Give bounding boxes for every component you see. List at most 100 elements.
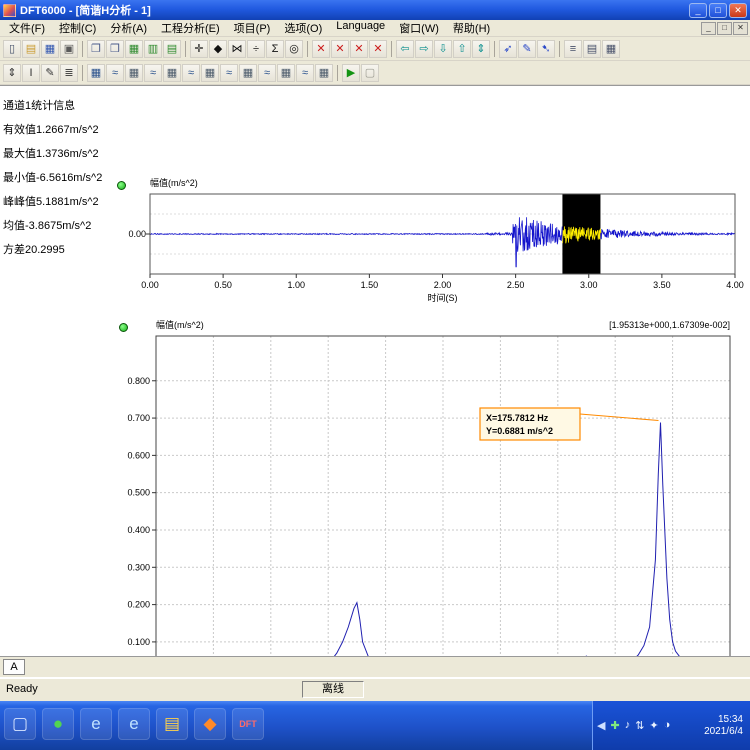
orange-app-icon[interactable]: ◆ bbox=[194, 708, 226, 740]
analysis-func-5-icon[interactable]: ▦ bbox=[163, 64, 181, 82]
clear-cursor-icon[interactable]: ✕ bbox=[312, 40, 330, 58]
analysis-func-4-icon[interactable]: ≈ bbox=[144, 64, 162, 82]
menu-item-1[interactable]: 文件(F) bbox=[2, 19, 52, 37]
diamond-marker-icon[interactable]: ◆ bbox=[209, 40, 227, 58]
tray-shield-icon[interactable]: ✚ bbox=[610, 719, 619, 732]
tray-clock-icon[interactable]: ◑ bbox=[664, 719, 671, 732]
analysis-func-6-icon[interactable]: ≈ bbox=[182, 64, 200, 82]
toolbar-row-2: ⇕I✎≣▦≈▦≈▦≈▦≈▦≈▦≈▦▶▢ bbox=[0, 61, 750, 85]
analysis-func-10-icon[interactable]: ≈ bbox=[258, 64, 276, 82]
analysis-func-8-icon[interactable]: ≈ bbox=[220, 64, 238, 82]
report-view-icon[interactable]: ▤ bbox=[583, 40, 601, 58]
analysis-func-13-icon[interactable]: ▦ bbox=[315, 64, 333, 82]
tray-device-icon[interactable]: ✦ bbox=[649, 719, 658, 732]
tab-a[interactable]: A bbox=[3, 659, 25, 675]
run-analysis-icon[interactable]: ▶ bbox=[342, 64, 360, 82]
tray-icons: ◀ ✚ ♪ ⇅ ✦ ◑ bbox=[597, 719, 670, 732]
mdi-minimize-button[interactable]: _ bbox=[701, 22, 716, 35]
stop-analysis-icon[interactable]: ▢ bbox=[361, 64, 379, 82]
title-bar[interactable]: DFT6000 - [简谐H分析 - 1] _ □ ✕ bbox=[0, 0, 750, 20]
status-mode-badge: 离线 bbox=[302, 681, 364, 698]
time-ytick-label: 0.00 bbox=[128, 229, 146, 239]
peak-annotation-x-value: X=175.7812 Hz bbox=[486, 413, 549, 423]
clear-wave-icon[interactable]: ✕ bbox=[350, 40, 368, 58]
analysis-func-3-icon[interactable]: ▦ bbox=[125, 64, 143, 82]
pan-down-icon[interactable]: ⇩ bbox=[434, 40, 452, 58]
clear-marker-icon[interactable]: ✕ bbox=[331, 40, 349, 58]
clear-all-icon[interactable]: ✕ bbox=[369, 40, 387, 58]
menu-item-8[interactable]: 窗口(W) bbox=[392, 19, 446, 37]
zoom-out-curve-icon[interactable]: ➷ bbox=[537, 40, 555, 58]
close-button[interactable]: ✕ bbox=[729, 3, 747, 18]
tile-windows-icon[interactable]: ▦ bbox=[125, 40, 143, 58]
copy-icon[interactable]: ❐ bbox=[87, 40, 105, 58]
edit-pen-icon[interactable]: ✎ bbox=[518, 40, 536, 58]
stat-line-5: 均值-3.8675m/s^2 bbox=[3, 214, 112, 238]
taskbar-clock: 15:34 2021/6/4 bbox=[704, 714, 750, 738]
circle-marker-icon[interactable]: ◎ bbox=[285, 40, 303, 58]
pan-left-icon[interactable]: ⇦ bbox=[396, 40, 414, 58]
annotate-pen-icon[interactable]: ✎ bbox=[41, 64, 59, 82]
pan-up-icon[interactable]: ⇧ bbox=[453, 40, 471, 58]
new-file-icon[interactable]: ▯ bbox=[3, 40, 21, 58]
menu-item-5[interactable]: 项目(P) bbox=[227, 19, 278, 37]
menu-item-2[interactable]: 控制(C) bbox=[52, 19, 103, 37]
spectrum-ytick-label: 0.100 bbox=[127, 637, 150, 647]
statistics-sidebar: 通道1统计信息有效值1.2667m/s^2最大值1.3736m/s^2最小值-6… bbox=[0, 86, 112, 657]
analysis-func-1-icon[interactable]: ▦ bbox=[87, 64, 105, 82]
stats-title: 通道1统计信息 bbox=[3, 94, 112, 118]
document-tab-bar: A bbox=[0, 656, 750, 677]
stat-line-6: 方差20.2995 bbox=[3, 238, 112, 262]
save-icon[interactable]: ▦ bbox=[41, 40, 59, 58]
ie-browser-icon[interactable]: e bbox=[80, 708, 112, 740]
analysis-func-9-icon[interactable]: ▦ bbox=[239, 64, 257, 82]
tray-volume-icon[interactable]: ♪ bbox=[625, 719, 631, 732]
tray-network-icon[interactable]: ⇅ bbox=[635, 719, 644, 732]
grid-view-icon[interactable]: ▦ bbox=[602, 40, 620, 58]
time-trace-pre bbox=[150, 217, 563, 266]
menu-item-6[interactable]: 选项(O) bbox=[277, 19, 329, 37]
ie-browser-2-icon[interactable]: e bbox=[118, 708, 150, 740]
menu-item-7[interactable]: Language bbox=[329, 19, 392, 37]
analysis-func-12-icon[interactable]: ≈ bbox=[296, 64, 314, 82]
menu-items: 文件(F)控制(C)分析(A)工程分析(E)项目(P)选项(O)Language… bbox=[2, 19, 497, 37]
show-desktop-icon[interactable]: ▢ bbox=[4, 708, 36, 740]
analysis-func-7-icon[interactable]: ▦ bbox=[201, 64, 219, 82]
pan-right-icon[interactable]: ⇨ bbox=[415, 40, 433, 58]
analysis-func-11-icon[interactable]: ▦ bbox=[277, 64, 295, 82]
param-list-icon[interactable]: ≣ bbox=[60, 64, 78, 82]
menu-item-9[interactable]: 帮助(H) bbox=[446, 19, 497, 37]
minimize-button[interactable]: _ bbox=[689, 3, 707, 18]
split-horizontal-icon[interactable]: ▥ bbox=[144, 40, 162, 58]
toolbar-separator bbox=[82, 41, 83, 57]
spectrum-ytick-label: 0.800 bbox=[127, 376, 150, 386]
text-cursor-icon[interactable]: I bbox=[22, 64, 40, 82]
cursor-readout: [1.95313e+000,1.67309e-002] bbox=[609, 320, 730, 330]
window-controls: _ □ ✕ bbox=[689, 3, 747, 18]
mdi-close-button[interactable]: ✕ bbox=[733, 22, 748, 35]
scale-adjust-icon[interactable]: ⇕ bbox=[3, 64, 21, 82]
menu-item-4[interactable]: 工程分析(E) bbox=[154, 19, 227, 37]
open-folder-icon[interactable]: ▤ bbox=[22, 40, 40, 58]
maximize-button[interactable]: □ bbox=[709, 3, 727, 18]
mdi-restore-button[interactable]: □ bbox=[717, 22, 732, 35]
fit-vertical-icon[interactable]: ⇕ bbox=[472, 40, 490, 58]
clock-date: 2021/6/4 bbox=[704, 726, 743, 738]
list-view-icon[interactable]: ≡ bbox=[564, 40, 582, 58]
split-vertical-icon[interactable]: ▤ bbox=[163, 40, 181, 58]
time-chart-svg[interactable]: 幅值(m/s^2)0.000.000.501.001.502.002.503.0… bbox=[112, 172, 750, 306]
divide-view-icon[interactable]: ÷ bbox=[247, 40, 265, 58]
cross-cursor-icon[interactable]: ✛ bbox=[190, 40, 208, 58]
clock-time: 15:34 bbox=[704, 714, 743, 726]
menu-item-3[interactable]: 分析(A) bbox=[103, 19, 154, 37]
zoom-in-curve-icon[interactable]: ➶ bbox=[499, 40, 517, 58]
folder-icon[interactable]: ▤ bbox=[156, 708, 188, 740]
analysis-func-2-icon[interactable]: ≈ bbox=[106, 64, 124, 82]
green-app-icon[interactable]: ● bbox=[42, 708, 74, 740]
duplicate-icon[interactable]: ❒ bbox=[106, 40, 124, 58]
sum-icon[interactable]: Σ bbox=[266, 40, 284, 58]
print-icon[interactable]: ▣ bbox=[60, 40, 78, 58]
tray-collapse-icon[interactable]: ◀ bbox=[597, 719, 605, 732]
double-cursor-icon[interactable]: ⋈ bbox=[228, 40, 246, 58]
dft-app-icon[interactable]: DFT bbox=[232, 708, 264, 740]
